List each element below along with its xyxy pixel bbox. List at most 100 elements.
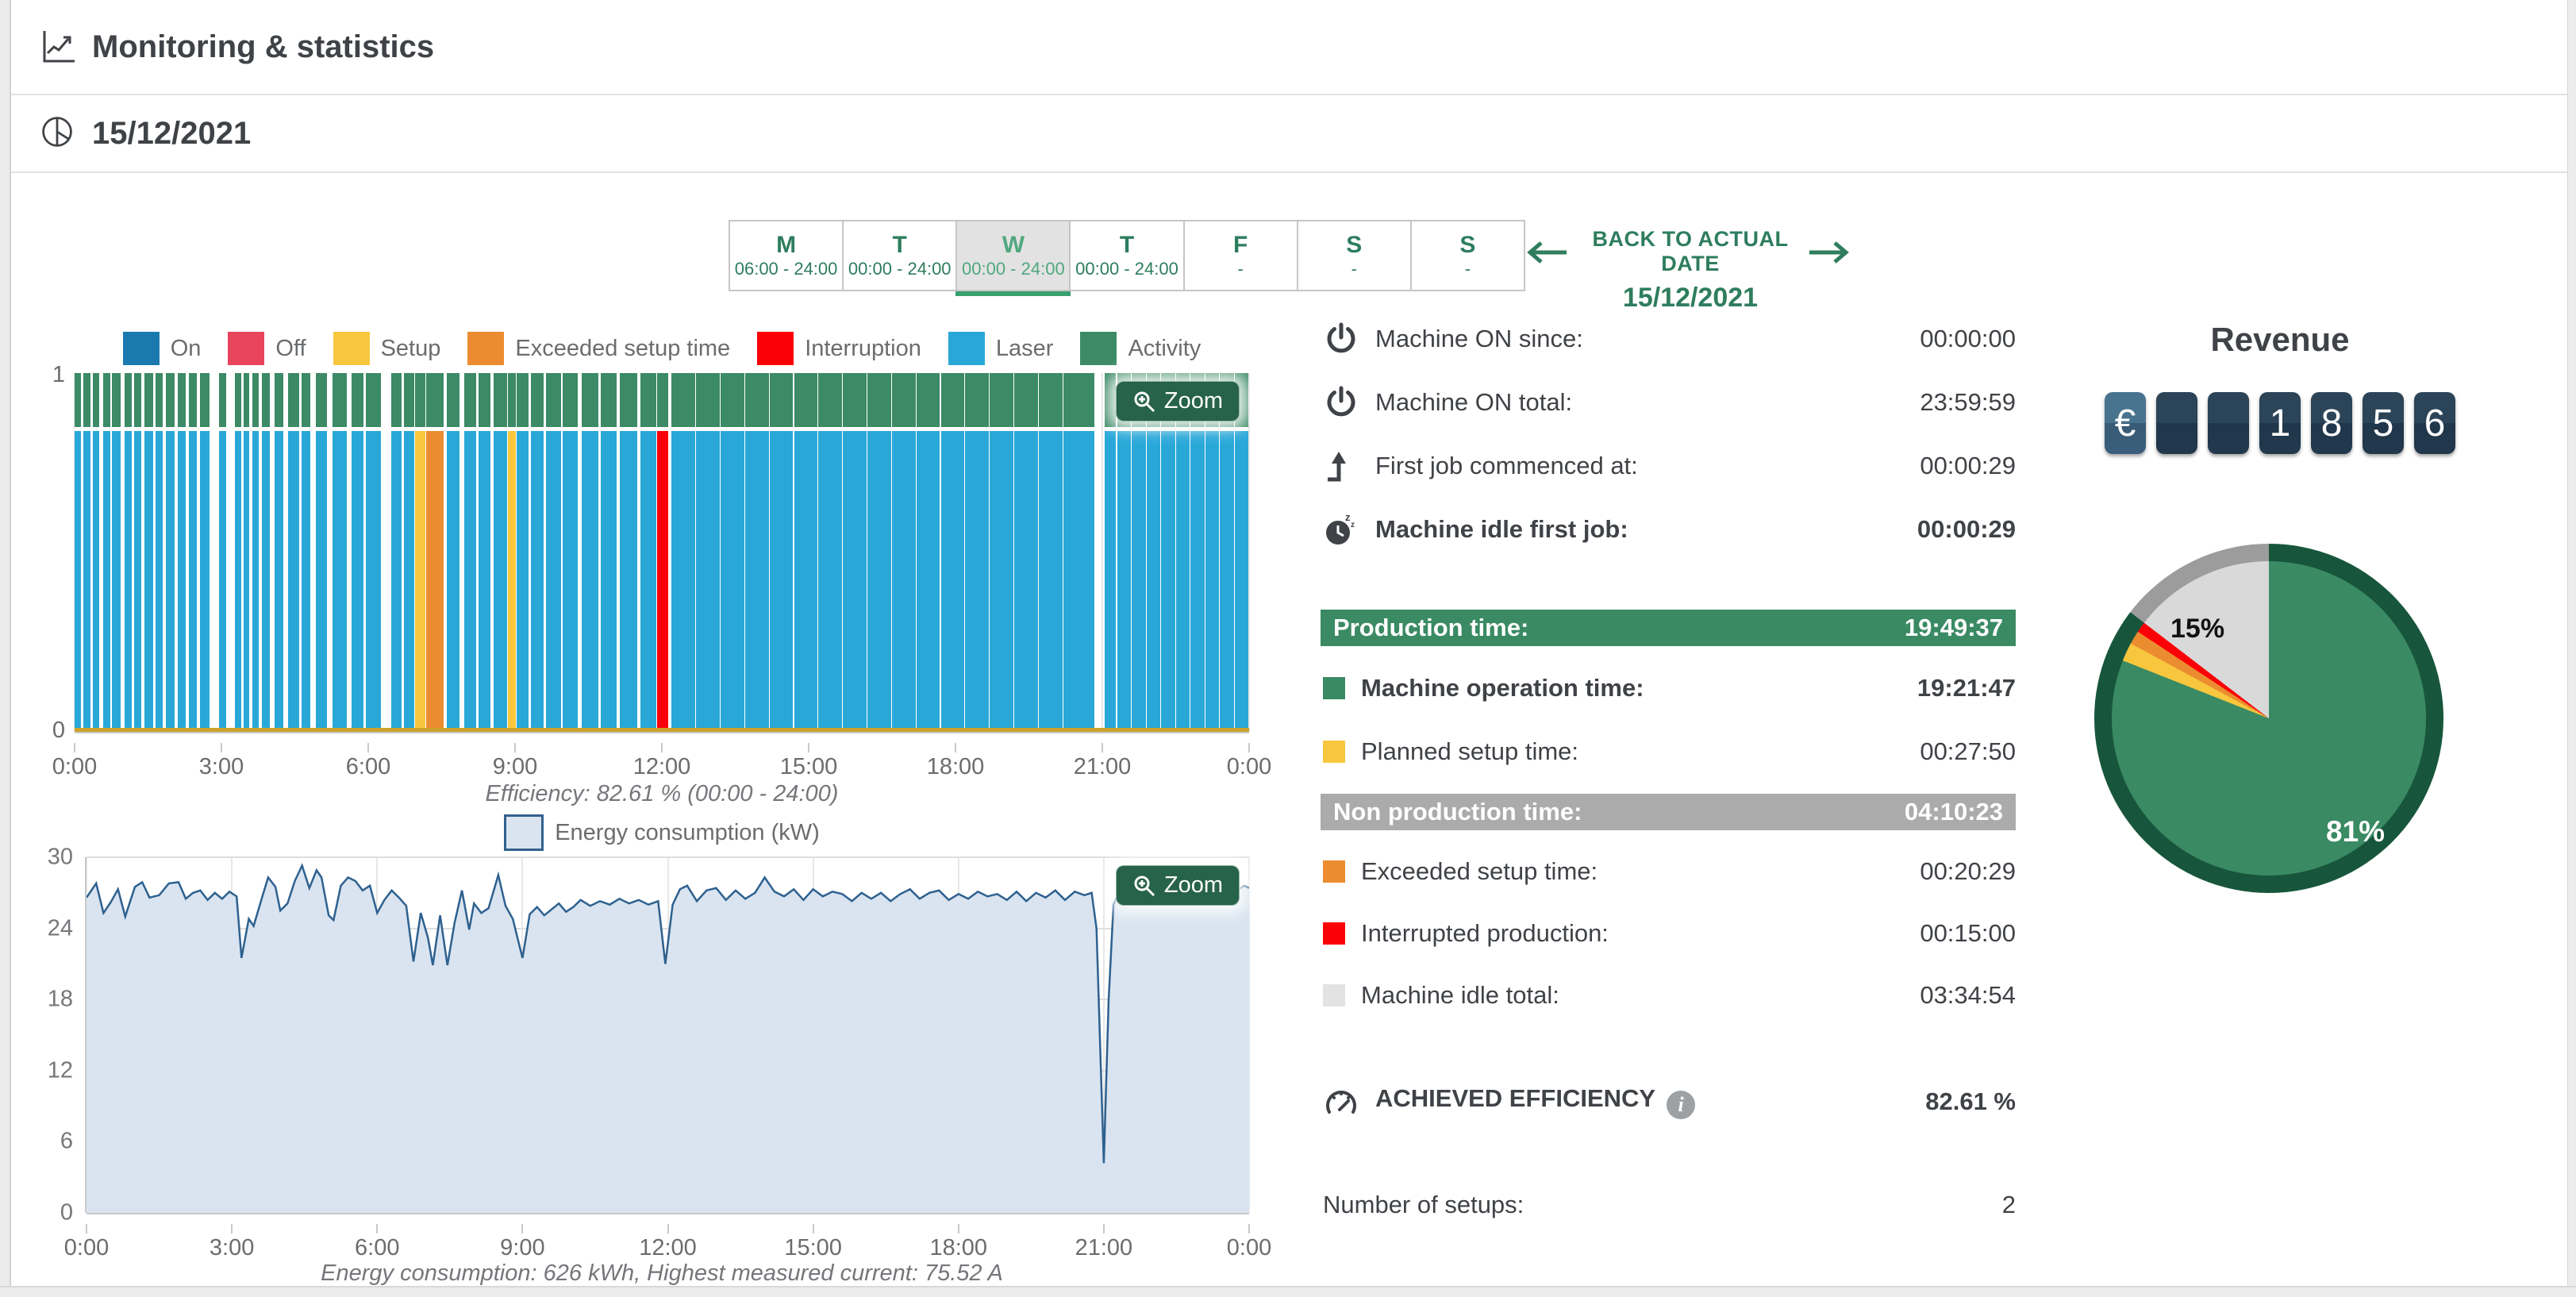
y-tick-label: 12 bbox=[48, 1057, 73, 1083]
energy-consumption-chart: Zoom bbox=[87, 857, 1249, 1213]
stat-planned-setup-time: Planned setup time: 00:27:50 bbox=[1323, 731, 2016, 772]
revenue-title: Revenue bbox=[2105, 321, 2455, 359]
timeline-segment-r bbox=[288, 373, 298, 732]
info-icon[interactable]: i bbox=[1667, 1091, 1695, 1119]
x-tick-label: 9:00 bbox=[493, 754, 537, 780]
tab-sunday[interactable]: S- bbox=[1412, 221, 1524, 290]
timeline-segment-e bbox=[426, 373, 444, 732]
stat-value: 00:00:29 bbox=[1920, 452, 2016, 480]
stat-value: 23:59:59 bbox=[1920, 388, 2016, 417]
legend-swatch bbox=[123, 332, 160, 365]
timeline-segment-r bbox=[620, 373, 637, 732]
prev-day-arrow-icon[interactable] bbox=[1525, 235, 1570, 270]
stat-machine-on-total: Machine ON total: 23:59:59 bbox=[1323, 382, 2016, 423]
timeline-ymin-label: 0 bbox=[30, 718, 65, 744]
energy-zoom-button[interactable]: Zoom bbox=[1116, 865, 1240, 906]
non-production-time-banner: Non production time: 04:10:23 bbox=[1321, 794, 2016, 830]
tab-saturday[interactable]: S- bbox=[1298, 221, 1412, 290]
energy-legend: Energy consumption (kW) bbox=[75, 814, 1249, 851]
tab-friday[interactable]: F- bbox=[1185, 221, 1298, 290]
power-icon bbox=[1323, 384, 1359, 421]
back-to-actual-date-label: BACK TO ACTUAL DATE bbox=[1571, 227, 1809, 276]
timeline-segment-r bbox=[601, 373, 617, 732]
tab-hours-label: - bbox=[1465, 259, 1471, 279]
timeline-segment-r bbox=[696, 373, 720, 732]
timeline-segment-r bbox=[316, 373, 327, 732]
timeline-segment-r bbox=[464, 373, 475, 732]
orange-swatch bbox=[1323, 860, 1345, 883]
x-tick-label: 3:00 bbox=[199, 754, 244, 780]
stat-machine-idle-total: Machine idle total: 03:34:54 bbox=[1323, 975, 2016, 1016]
stat-value: 00:27:50 bbox=[1920, 737, 2016, 766]
legend-item: Setup bbox=[333, 332, 441, 365]
timeline-segment-i bbox=[657, 373, 668, 732]
x-tick-label: 6:00 bbox=[346, 754, 390, 780]
efficiency-label: ACHIEVED EFFICIENCY bbox=[1375, 1084, 1655, 1112]
stat-value: 03:34:54 bbox=[1920, 981, 2016, 1010]
tab-monday[interactable]: M06:00 - 24:00 bbox=[730, 221, 844, 290]
x-tick-label: 15:00 bbox=[784, 1235, 842, 1261]
timeline-segment-r bbox=[1147, 373, 1161, 732]
revenue-digit-tile: 1 bbox=[2259, 392, 2301, 454]
timeline-segment-r bbox=[275, 373, 283, 732]
tab-day-label: W bbox=[1002, 232, 1025, 260]
energy-y-labels: 0612182430 bbox=[29, 857, 73, 1213]
timeline-segment-r bbox=[794, 373, 818, 732]
tab-day-label: T bbox=[1120, 232, 1134, 260]
revenue-currency-tile: € bbox=[2105, 392, 2146, 454]
stat-label: Planned setup time: bbox=[1361, 737, 1578, 766]
tab-day-label: T bbox=[893, 232, 907, 260]
date-header: 15/12/2021 bbox=[11, 95, 2568, 173]
pie-clock-icon bbox=[40, 114, 78, 152]
timeline-segment-r bbox=[134, 373, 141, 732]
first-job-icon bbox=[1323, 448, 1359, 484]
main-panel: Monitoring & statistics 15/12/2021 M06:0… bbox=[10, 0, 2570, 1286]
banner-label: Production time: bbox=[1333, 614, 1528, 642]
timeline-segment-r bbox=[178, 373, 186, 732]
legend-label: Interruption bbox=[805, 336, 921, 362]
timeline-zoom-button[interactable]: Zoom bbox=[1116, 381, 1240, 421]
lightgray-swatch bbox=[1323, 984, 1345, 1006]
vertical-scrollbar[interactable] bbox=[2567, 0, 2576, 1295]
timeline-segment-r bbox=[404, 373, 414, 732]
timeline-segment-r bbox=[93, 373, 99, 732]
timeline-x-labels: 0:003:006:009:0012:0015:0018:0021:000:00 bbox=[75, 743, 1249, 772]
timeline-segment-r bbox=[479, 373, 491, 732]
tab-thursday[interactable]: T00:00 - 24:00 bbox=[1071, 221, 1184, 290]
legend-swatch bbox=[948, 332, 985, 365]
stat-label: First job commenced at: bbox=[1375, 452, 1638, 480]
timeline-segment-r bbox=[892, 373, 916, 732]
timeline-segment-r bbox=[1176, 373, 1190, 732]
back-to-actual-date-button[interactable]: BACK TO ACTUAL DATE 15/12/2021 bbox=[1571, 227, 1809, 314]
timeline-ymax-label: 1 bbox=[30, 362, 65, 388]
stat-value: 00:15:00 bbox=[1920, 919, 2016, 948]
timeline-segment-r bbox=[1132, 373, 1146, 732]
timeline-segment-r bbox=[112, 373, 121, 732]
legend-item: Energy consumption (kW) bbox=[504, 814, 820, 851]
stat-number-of-setups: Number of setups: 2 bbox=[1323, 1184, 2016, 1226]
power-icon bbox=[1323, 321, 1359, 357]
x-tick-label: 21:00 bbox=[1075, 1235, 1133, 1261]
tab-wednesday[interactable]: W00:00 - 24:00 bbox=[957, 221, 1071, 290]
legend-label: Energy consumption (kW) bbox=[555, 820, 820, 846]
timeline-segment-r bbox=[1235, 373, 1249, 732]
legend-swatch bbox=[467, 332, 504, 365]
timeline-x-axis bbox=[75, 732, 1249, 733]
timeline-segment-r bbox=[1220, 373, 1234, 732]
timeline-segment-s bbox=[508, 373, 517, 732]
timeline-segment-r bbox=[103, 373, 110, 732]
efficiency-caption: Efficiency: 82.61 % (00:00 - 24:00) bbox=[75, 781, 1249, 807]
x-tick-label: 18:00 bbox=[929, 1235, 987, 1261]
timeline-segment-s bbox=[415, 373, 425, 732]
x-tick-label: 0:00 bbox=[64, 1235, 109, 1261]
revenue-digit-tile bbox=[2208, 392, 2249, 454]
x-tick-label: 6:00 bbox=[355, 1235, 399, 1261]
tab-tuesday[interactable]: T00:00 - 24:00 bbox=[844, 221, 957, 290]
x-tick-label: 0:00 bbox=[1227, 1235, 1271, 1261]
next-day-arrow-icon[interactable] bbox=[1806, 235, 1851, 270]
timeline-segment-r bbox=[640, 373, 656, 732]
y-tick-label: 24 bbox=[48, 915, 73, 941]
yellow-swatch bbox=[1323, 741, 1345, 763]
timeline-segment-r bbox=[244, 373, 249, 732]
machine-state-timeline-chart: Zoom bbox=[75, 373, 1249, 732]
